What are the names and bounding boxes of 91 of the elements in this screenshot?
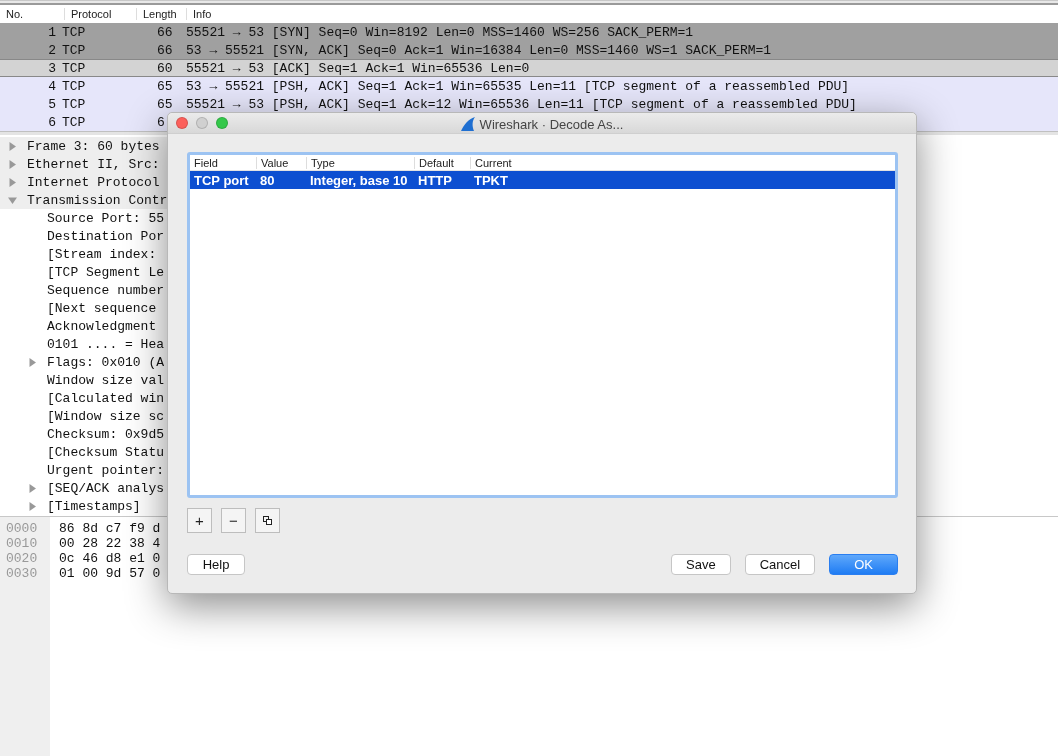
expand-arrow-icon[interactable] [8,141,17,151]
table-cell-text: 2 [47,42,57,58]
expand-arrow-icon[interactable] [28,357,37,367]
expand-arrow-icon[interactable] [8,177,17,187]
packet-row[interactable]: 2 TCP 66 53 → 55521 [SYN, ACK] Seq=0 Ack=1 Win=16384 Len=0 MSS=1460 WS=1 SACK_PERM=1 [0,41,1058,59]
tree-item-label: [TCP Segment Le [47,264,165,280]
table-cell-text: HTTP [417,172,453,188]
byte-offset: 0020 [6,551,39,566]
table-cell: 53 → 55521 [SYN, ACK] Seq=0 Ack=1 Win=16384 Len=0 MSS=1460 WS=1 SACK_PERM=1 [186,42,772,58]
table-cell-text: TCP [62,114,87,130]
hex-bytes: 86 8d c7 f9 d [59,521,161,536]
tree-item-label: Window size val [47,372,165,388]
column-header[interactable]: Protocol [64,8,136,20]
hex-bytes: 00 28 22 38 4 [59,536,161,551]
column-header[interactable]: Length [136,8,186,20]
table-cell-text: TPKT [473,172,509,188]
expand-arrow-icon[interactable] [28,483,37,493]
remove-button[interactable]: − [221,508,246,533]
table-row[interactable]: TCP port 80 Integer, base 10 HTTP TPKT [190,171,895,189]
tree-item-label: [Timestamps] [47,498,141,514]
hex-bytes: 0c 46 d8 e1 0 [59,551,161,566]
table-cell-text: 80 [259,172,276,188]
tree-item-label: [Next sequence [47,300,157,316]
tree-item-label: [SEQ/ACK analys [47,480,165,496]
tree-item-label: Transmission Contr [27,192,168,208]
tree-item-label: Checksum: 0x9d5 [47,426,165,442]
add-button[interactable]: + [187,508,212,533]
byte-offset: 0010 [6,536,39,551]
table-cell: 60 [157,60,173,76]
tree-item-label: 0101 .... = Hea [47,336,165,352]
tree-item-label: [Window size sc [47,408,165,424]
tree-item-label: Sequence number [47,282,165,298]
tree-item-label: [Stream index: [47,246,157,262]
table-cell: 55521 → 53 [ACK] Seq=1 Ack=1 Win=65536 Len=0 [186,60,530,76]
tree-item-label: Urgent pointer: [47,462,165,478]
fin-icon [460,117,475,131]
column-header[interactable]: Field [190,156,256,169]
dialog-button[interactable]: Help [187,554,245,575]
byte-offset: 0030 [6,566,39,581]
tree-item-label: Internet Protocol [27,174,160,190]
tree-item-label: Flags: 0x010 (A [47,354,165,370]
tree-item-label: [Checksum Statu [47,444,165,460]
tree-item-label: Acknowledgment [47,318,157,334]
tree-item-label: Frame 3: 60 bytes [27,138,160,154]
table-cell-text: TCP [62,60,87,76]
table-cell-text: 6 [47,114,57,130]
tree-item-label: Destination Por [47,228,165,244]
table-cell-text: 1 [47,24,57,40]
hex-bytes: 01 00 9d 57 0 [59,566,161,581]
table-cell-text: TCP [62,42,87,58]
dialog-button[interactable]: Cancel [744,554,816,575]
column-header[interactable]: Type [306,156,414,169]
packet-row[interactable]: 5 TCP 65 55521 → 53 [PSH, ACK] Seq=1 Ack=12 Win=65536 Len=11 [TCP segment of a reassembled PDU] [0,95,1058,113]
column-header[interactable]: Value [256,156,306,169]
packet-row[interactable]: 1 TCP 66 55521 → 53 [SYN] Seq=0 Win=8192 Len=0 MSS=1460 WS=256 SACK_PERM=1 [0,23,1058,41]
column-header[interactable]: Info [186,8,1046,20]
table-cell-text: TCP [62,24,87,40]
byte-offset: 0000 [6,521,39,536]
table-cell-text: TCP [62,78,87,94]
copy-icon [263,516,272,525]
table-cell: 66 [157,24,173,40]
table-cell: 6 [157,114,165,130]
table-cell-text: 4 [47,78,57,94]
tree-item-label: Source Port: 55 [47,210,165,226]
table-cell-text: Integer, base 10 [309,172,409,188]
dialog-button[interactable]: Save [671,554,731,575]
expand-arrow-icon[interactable] [28,501,37,511]
close-button[interactable] [176,117,188,129]
table-cell: 53 → 55521 [PSH, ACK] Seq=1 Ack=1 Win=65535 Len=11 [TCP segment of a reassembled PDU] [186,78,850,94]
column-header[interactable]: No. [0,8,64,20]
table-cell-text: 3 [47,60,57,76]
collapse-arrow-icon[interactable] [8,195,17,205]
column-header[interactable]: Current [470,156,590,169]
column-header[interactable]: Default [414,156,470,169]
table-cell-text: TCP [62,96,87,112]
window-title: Wireshark · Decode As... [479,116,624,132]
minimize-button[interactable] [196,117,208,129]
zoom-button[interactable] [216,117,228,129]
tree-item-label: [Calculated win [47,390,165,406]
packet-row[interactable]: 3 TCP 60 55521 → 53 [ACK] Seq=1 Ack=1 Win=65536 Len=0 [0,59,1058,77]
expand-arrow-icon[interactable] [8,159,17,169]
packet-row[interactable]: 4 TCP 65 53 → 55521 [PSH, ACK] Seq=1 Ack=1 Win=65535 Len=11 [TCP segment of a reassembled PDU] [0,77,1058,95]
tree-item-label: Ethernet II, Src: [27,156,160,172]
table-cell: 55521 → 53 [PSH, ACK] Seq=1 Ack=12 Win=65536 Len=11 [TCP segment of a reassembled PDU] [186,96,857,112]
table-cell: 65 [157,78,173,94]
table-cell-text: TCP port [193,172,250,188]
copy-button[interactable] [255,508,280,533]
table-cell: 65 [157,96,173,112]
table-cell: 66 [157,42,173,58]
table-cell-text: 5 [47,96,57,112]
table-cell: 55521 → 53 [SYN] Seq=0 Win=8192 Len=0 MSS=1460 WS=256 SACK_PERM=1 [186,24,694,40]
